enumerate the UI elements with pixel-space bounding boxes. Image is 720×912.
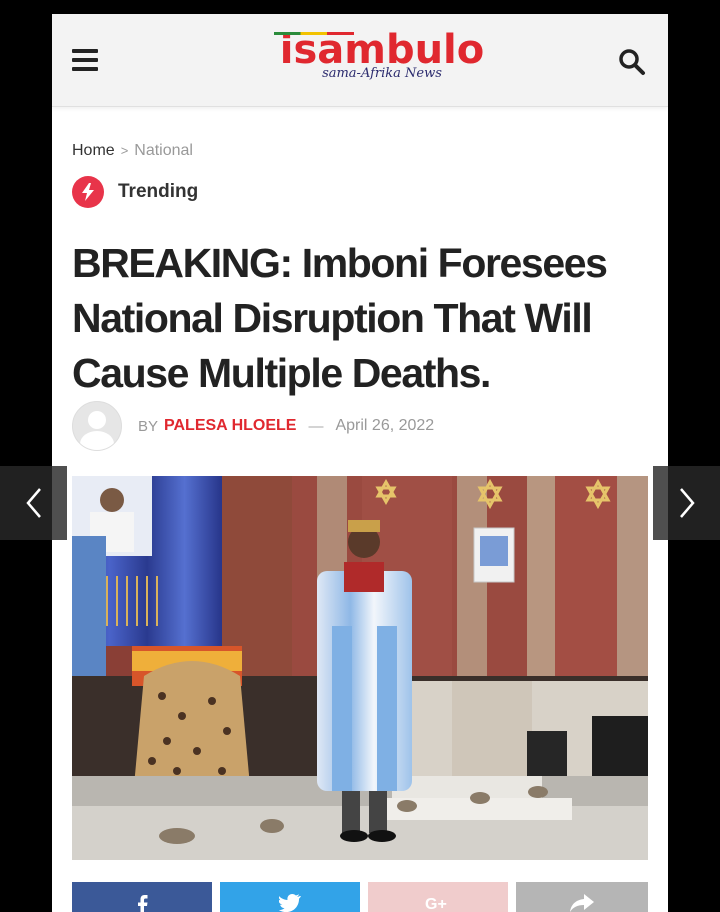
previous-image-button[interactable] <box>0 466 67 540</box>
article-headline: BREAKING: Imboni Foresees National Disru… <box>72 240 608 396</box>
meta-dash: — <box>308 417 324 435</box>
hamburger-menu-icon[interactable] <box>72 49 98 71</box>
search-icon[interactable] <box>618 48 646 76</box>
category-trending[interactable]: Trending <box>72 176 198 208</box>
author-avatar[interactable] <box>72 401 122 451</box>
share-facebook-button[interactable] <box>72 882 212 912</box>
google-plus-icon: G+ <box>425 896 447 912</box>
facebook-icon <box>138 895 148 912</box>
twitter-icon <box>279 894 301 912</box>
article-page: isambulo sama-Afrika News Home > National … <box>52 14 668 912</box>
share-google-plus-button[interactable]: G+ <box>368 882 508 912</box>
breadcrumb: Home > National <box>72 142 193 160</box>
breadcrumb-home-link[interactable]: Home <box>72 142 115 159</box>
share-more-button[interactable] <box>516 882 648 912</box>
article-meta: BY PALESA HLOELE — April 26, 2022 <box>72 401 435 451</box>
site-header: isambulo sama-Afrika News <box>52 14 668 107</box>
logo-flag-stripe <box>274 32 354 35</box>
by-label: BY <box>138 417 159 435</box>
breadcrumb-national-link[interactable]: National <box>134 142 193 159</box>
breadcrumb-separator: > <box>120 143 129 158</box>
category-label: Trending <box>118 181 199 202</box>
site-logo[interactable]: isambulo sama-Afrika News <box>262 28 502 81</box>
chevron-right-icon <box>679 488 695 518</box>
lightning-bolt-icon <box>72 176 104 208</box>
share-twitter-button[interactable] <box>220 882 360 912</box>
svg-text:G+: G+ <box>425 896 447 912</box>
article-featured-image <box>72 476 648 860</box>
chevron-left-icon <box>25 488 41 518</box>
share-arrow-icon <box>570 894 594 912</box>
next-image-button[interactable] <box>653 466 720 540</box>
author-name-link[interactable]: PALESA HLOELE <box>164 417 296 435</box>
publish-date: April 26, 2022 <box>335 417 435 434</box>
